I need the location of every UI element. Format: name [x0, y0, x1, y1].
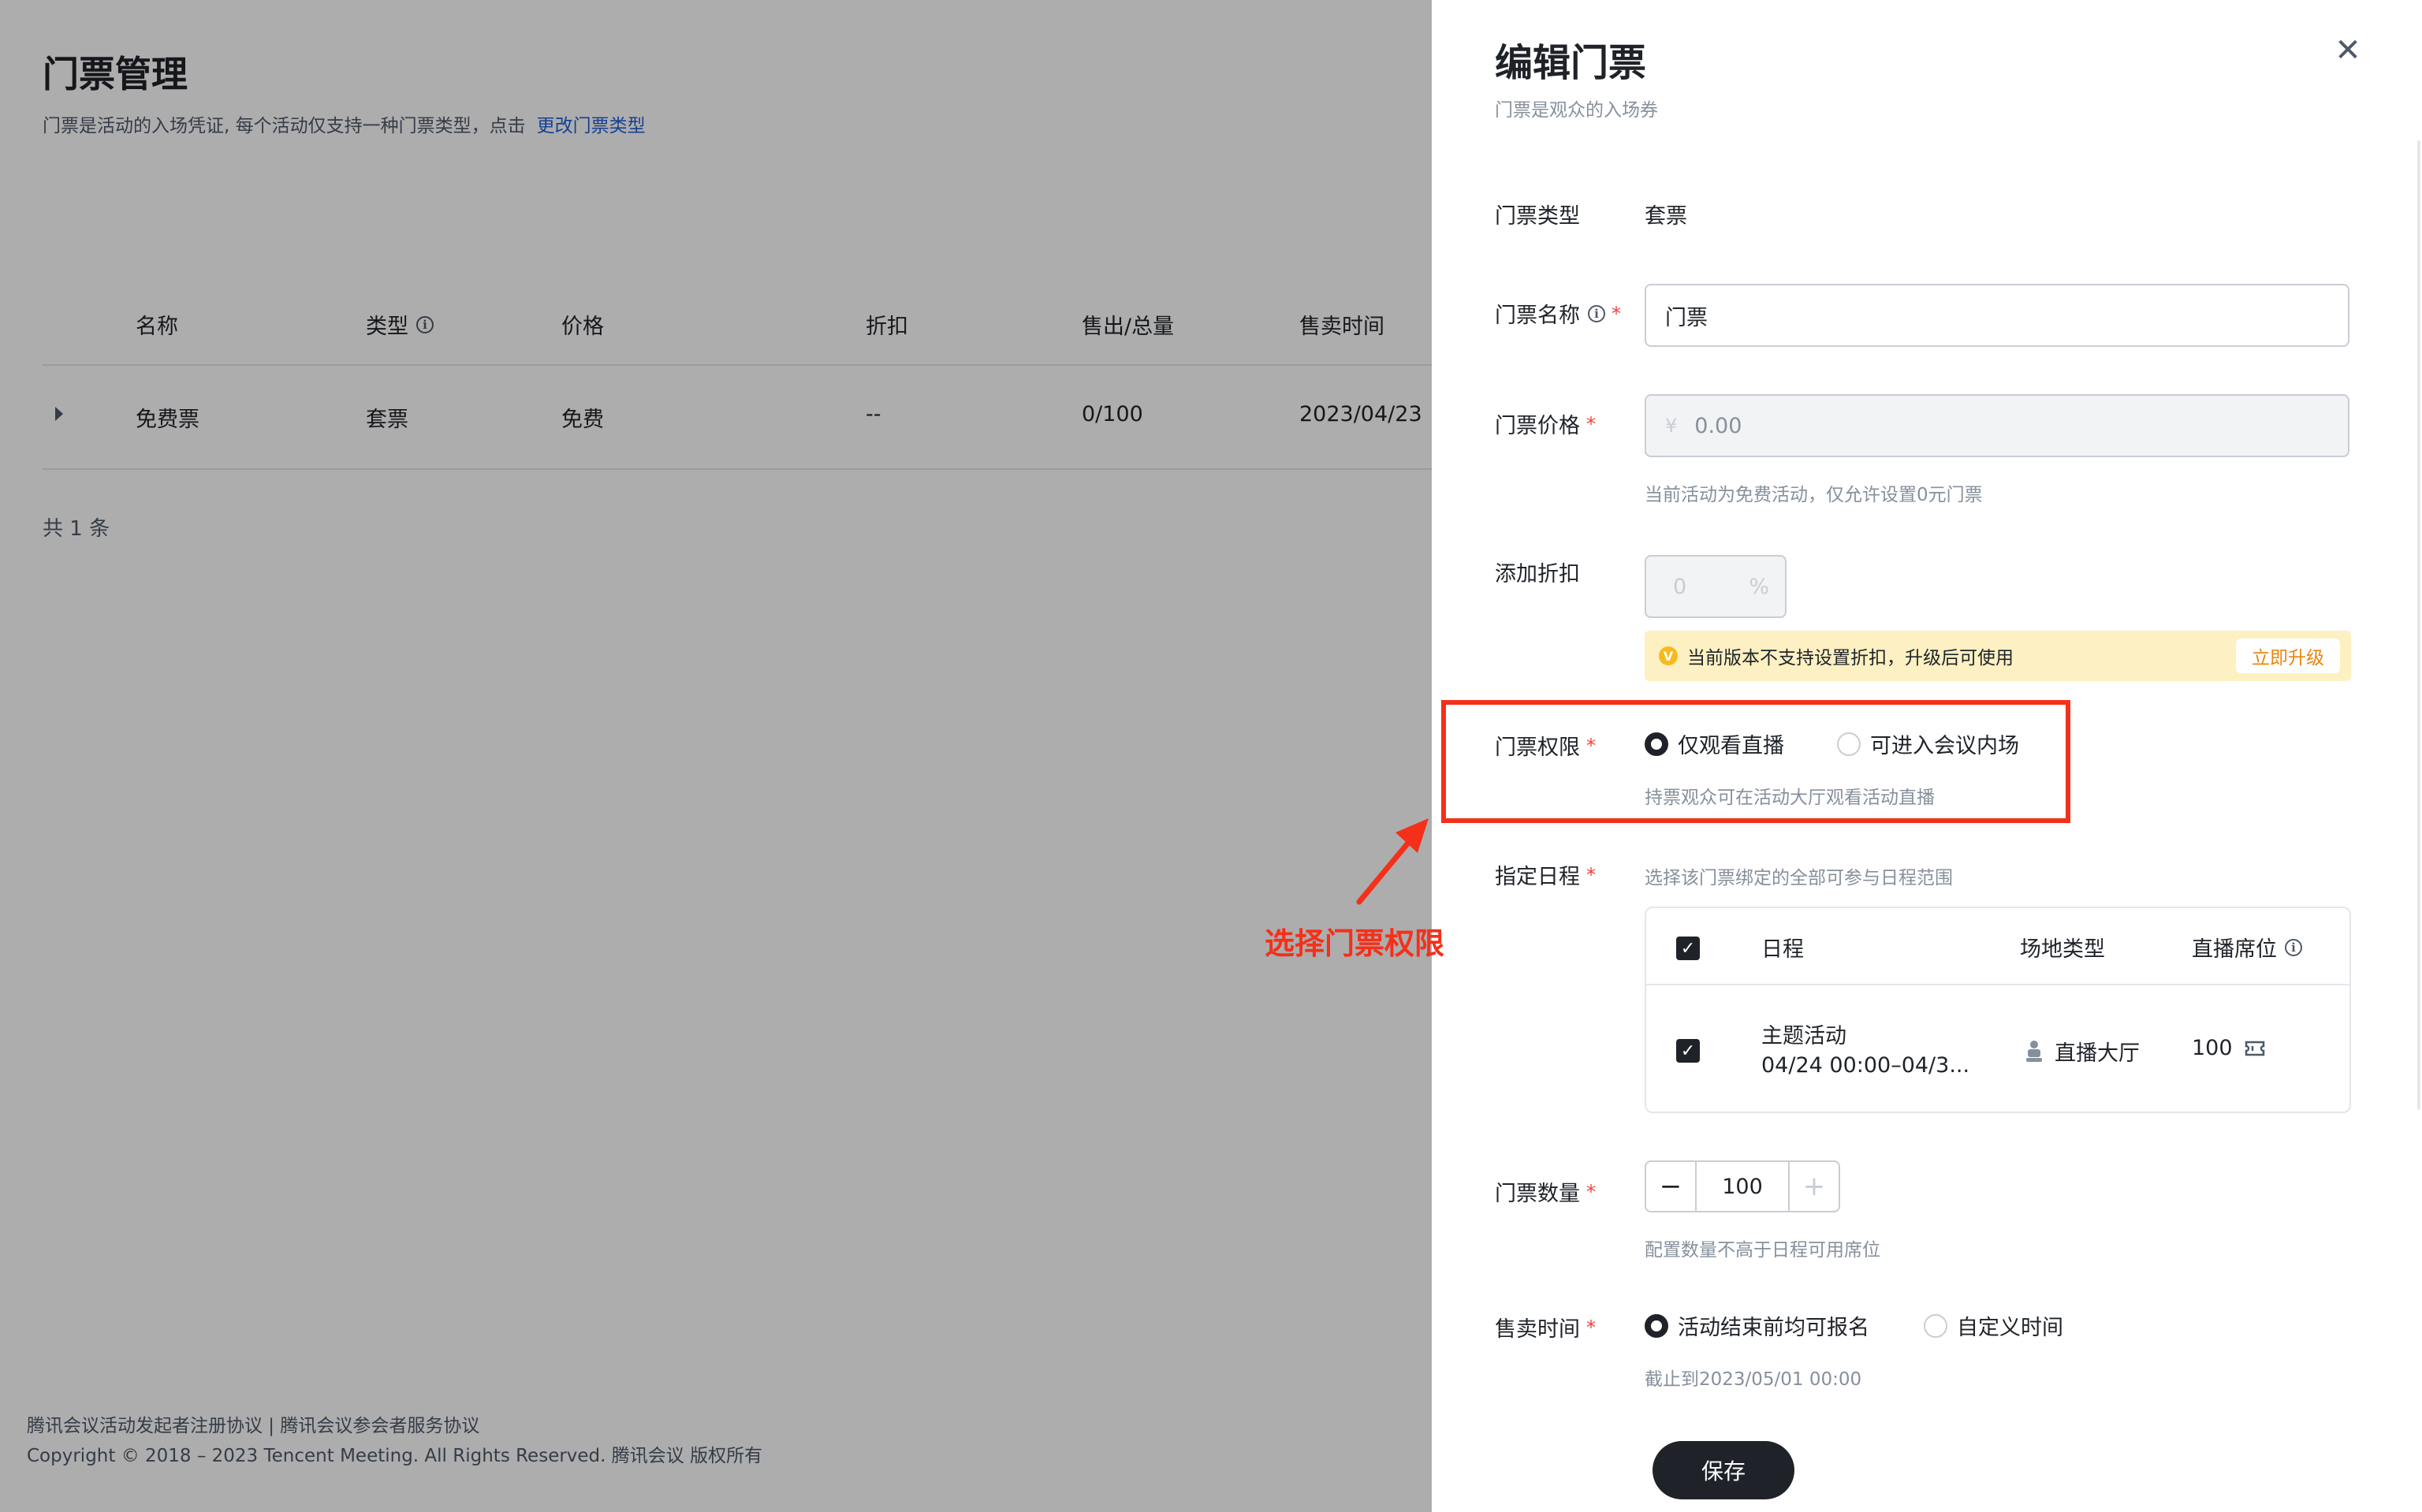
quantity-value[interactable]: 100	[1695, 1162, 1790, 1211]
annotation-label: 选择门票权限	[1265, 926, 1445, 961]
vip-icon: V	[1659, 646, 1678, 665]
ticket-name-value: 门票	[1665, 305, 1708, 330]
schedule-header-venue: 场地类型	[2020, 937, 2105, 962]
drawer-title: 编辑门票	[1495, 41, 1647, 85]
select-all-checkbox[interactable]: ✓	[1676, 937, 1700, 960]
required-mark: *	[1586, 412, 1596, 435]
required-mark: *	[1612, 302, 1621, 325]
ticket-name-label: 门票名称 i *	[1495, 298, 1621, 329]
quantity-stepper[interactable]: − 100 +	[1645, 1160, 1840, 1212]
ticket-price-value: 0.00	[1694, 413, 1742, 438]
live-hall-icon	[2026, 1040, 2042, 1062]
schedule-row-seats-value: 100	[2192, 1036, 2233, 1060]
sale-time-hint: 截止到2023/05/01 00:00	[1645, 1369, 1862, 1390]
currency-symbol: ¥	[1665, 415, 1678, 437]
close-icon[interactable]: ✕	[2329, 32, 2367, 69]
info-icon[interactable]: i	[2285, 938, 2302, 956]
schedule-row-venue: 直播大厅	[2025, 1036, 2140, 1067]
schedule-row-name: 主题活动	[1761, 1024, 1846, 1048]
annotation-arrow-icon	[1356, 818, 1429, 905]
schedule-row-venue-label: 直播大厅	[2055, 1041, 2140, 1066]
upgrade-notice: V 当前版本不支持设置折扣，升级后可使用 立即升级	[1645, 631, 2351, 681]
ticket-price-label: 门票价格 *	[1495, 408, 1596, 439]
sale-time-label-text: 售卖时间	[1495, 1317, 1580, 1342]
radio-until-event-end[interactable]: 活动结束前均可报名	[1645, 1310, 1869, 1341]
ticket-type-label: 门票类型	[1495, 204, 1580, 229]
drawer-subtitle: 门票是观众的入场券	[1495, 100, 1658, 121]
schedule-row-time: 04/24 00:00–04/3...	[1761, 1053, 1970, 1078]
required-mark: *	[1586, 1180, 1596, 1203]
radio-until-event-end-label: 活动结束前均可报名	[1678, 1316, 1869, 1340]
drawer-scrollbar[interactable]	[2417, 140, 2420, 1110]
schedule-header-seats: 直播席位 i	[2192, 932, 2302, 963]
discount-unit: %	[1749, 574, 1769, 599]
required-mark: *	[1586, 863, 1596, 886]
ticket-name-label-text: 门票名称	[1495, 304, 1580, 328]
quantity-label: 门票数量 *	[1495, 1176, 1596, 1207]
info-icon[interactable]: i	[1588, 304, 1605, 322]
schedule-row-seats: 100	[2192, 1036, 2266, 1060]
required-mark: *	[1586, 1316, 1596, 1339]
radio-checked-icon	[1645, 1313, 1668, 1338]
schedule-header-divider	[1646, 984, 2349, 985]
radio-custom-time-label: 自定义时间	[1957, 1316, 2063, 1340]
ticket-price-input[interactable]: ¥ 0.00	[1645, 394, 2349, 457]
schedule-label-text: 指定日程	[1495, 865, 1580, 889]
ticket-price-label-text: 门票价格	[1495, 414, 1580, 438]
discount-value: 0	[1673, 574, 1687, 599]
schedule-row-checkbox[interactable]: ✓	[1676, 1039, 1700, 1063]
decrement-button[interactable]: −	[1646, 1162, 1695, 1211]
discount-label: 添加折扣	[1495, 562, 1580, 587]
discount-input[interactable]: 0 %	[1645, 555, 1787, 618]
ticket-price-hint: 当前活动为免费活动，仅允许设置0元门票	[1645, 485, 1983, 505]
radio-unchecked-icon	[1924, 1313, 1947, 1338]
schedule-label: 指定日程 *	[1495, 859, 1596, 890]
quantity-label-text: 门票数量	[1495, 1182, 1580, 1206]
ticket-icon[interactable]	[2244, 1039, 2266, 1058]
ticket-type-value: 套票	[1645, 204, 1687, 229]
increment-button[interactable]: +	[1790, 1162, 1839, 1211]
schedule-hint: 选择该门票绑定的全部可参与日程范围	[1645, 868, 1953, 888]
annotation-highlight-box	[1441, 700, 2070, 823]
schedule-table: ✓ 日程 场地类型 直播席位 i ✓ 主题活动 04/24 00:00–04/3…	[1645, 907, 2351, 1113]
radio-custom-time[interactable]: 自定义时间	[1924, 1310, 2063, 1341]
ticket-name-input[interactable]: 门票	[1645, 284, 2349, 347]
schedule-header-seats-label: 直播席位	[2192, 937, 2277, 962]
save-button[interactable]: 保存	[1653, 1441, 1794, 1499]
sale-time-label: 售卖时间 *	[1495, 1312, 1596, 1343]
upgrade-now-button[interactable]: 立即升级	[2236, 639, 2340, 673]
schedule-header-name: 日程	[1761, 937, 1804, 962]
upgrade-notice-text: 当前版本不支持设置折扣，升级后可使用	[1687, 648, 2014, 668]
quantity-hint: 配置数量不高于日程可用席位	[1645, 1240, 1880, 1261]
modal-overlay[interactable]	[0, 0, 1432, 1512]
